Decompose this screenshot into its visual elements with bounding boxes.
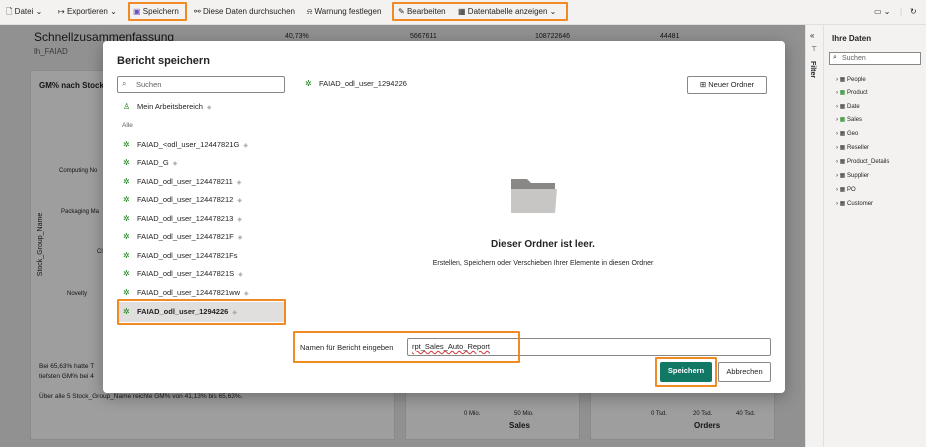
premium-icon: ◈ [172,161,178,167]
data-search-input[interactable]: ⌕ Suchen [829,52,921,65]
data-pane-title: Ihre Daten [832,34,872,43]
highlight-selected-workspace [117,299,286,325]
new-folder-icon: ⊞ [699,80,707,89]
filter-label: Filter [809,61,816,79]
table-item[interactable]: › ▦ Product_Details [836,158,889,165]
screen-icon: ▭ [874,7,882,16]
dialog-title: Bericht speichern [117,55,210,67]
bell-icon: ⍾ [307,7,313,16]
binoculars-icon: ⚯ [194,7,201,16]
workspace-icon: ✲ [123,140,130,149]
workspace-item[interactable]: ✲ FAIAD_odl_user_124478211 ◈ [123,175,241,189]
workspace-item[interactable]: ✲ FAIAD_<odl_user_12447821G ◈ [123,138,248,152]
table-item[interactable]: › ▦ Customer [836,200,873,207]
export-menu[interactable]: ↦ Exportieren ⌄ [58,5,117,19]
search-icon: ⌕ [833,54,837,61]
table-item[interactable]: › ▦ Date [836,103,860,110]
empty-folder-icon [511,179,557,213]
workspace-icon: ✲ [123,269,130,278]
workspace-icon: ✲ [123,195,130,204]
premium-icon: ◈ [244,291,249,297]
workspace-item[interactable]: ✲ FAIAD_odl_user_12447821ww ◈ [123,286,249,300]
workspace-icon: ✲ [123,177,130,186]
collapse-icon[interactable]: « [810,31,814,40]
workspace-item[interactable]: ✲ FAIAD_odl_user_124478213 ◈ [123,212,242,226]
premium-icon: ◈ [238,272,243,278]
workspace-item[interactable]: ✲ FAIAD_odl_user_12447821Fs [123,249,238,263]
filter-icon: ⊤ [811,46,818,53]
premium-icon: ◈ [243,143,248,149]
workspace-search-input[interactable]: ⌕ Suchen [117,76,285,93]
file-icon: 🗋 [6,7,13,16]
workspace-icon: ✲ [123,251,130,260]
view-menu[interactable]: ▭ ⌄ [874,5,891,19]
table-item[interactable]: › ▦ Sales [836,116,862,123]
workspace-item[interactable]: ✲ FAIAD_G ◈ [123,156,177,170]
premium-icon: ◈ [237,198,242,204]
table-item[interactable]: › ▦ Geo [836,130,858,137]
table-icon: ▦ [839,90,846,96]
action-bar: 🗋 Datei ⌄ ↦ Exportieren ⌄ ▣ Speichern ⚯ … [0,0,926,25]
filter-pane[interactable]: « ⊤ Filter [805,25,824,447]
my-workspace-item[interactable]: ♙ Mein Arbeitsbereich ◈ [123,100,212,114]
data-search-placeholder: Suchen [842,55,866,62]
empty-folder-title: Dieser Ordner ist leer. [491,239,595,250]
workspace-item[interactable]: ✲ FAIAD_odl_user_12447821F ◈ [123,230,242,244]
workspace-icon: ✲ [305,79,312,88]
highlight-edit-group [392,2,568,21]
premium-icon: ◈ [237,217,242,223]
table-item[interactable]: › ▦ Reseller [836,144,869,151]
save-report-dialog: Bericht speichern ⌕ Suchen ♙ Mein Arbeits… [103,41,785,393]
table-item[interactable]: › ▦ Supplier [836,172,869,179]
data-pane: Ihre Daten ⌕ Suchen › ▦ People › ▦ Produ… [823,25,926,447]
search-icon: ⌕ [122,79,127,88]
browse-data-button[interactable]: ⚯ Diese Daten durchsuchen [194,5,295,19]
table-item[interactable]: › ▦ Product [836,89,868,96]
empty-folder-description: Erstellen, Speichern oder Verschieben Ih… [432,260,654,267]
divider: | [900,7,903,16]
set-alert-button[interactable]: ⍾ Warnung festlegen [307,5,381,19]
highlight-name-field [293,331,520,363]
cancel-button[interactable]: Abbrechen [718,362,771,382]
workspace-icon: ✲ [123,288,130,297]
current-location: ✲ FAIAD_odl_user_1294226 [305,79,407,88]
table-item[interactable]: › ▦ PO [836,186,856,193]
workspace-icon: ✲ [123,214,130,223]
premium-icon: ◈ [206,105,212,111]
workspace-item[interactable]: ✲ FAIAD_odl_user_12447821S ◈ [123,267,243,281]
person-icon: ♙ [123,102,131,111]
workspace-icon: ✲ [123,232,130,241]
table-item[interactable]: › ▦ People [836,76,866,83]
workspace-item[interactable]: ✲ FAIAD_odl_user_124478212 ◈ [123,193,242,207]
premium-icon: ◈ [237,235,243,241]
chevron-down-icon: ⌄ [35,7,43,16]
highlight-save-button [655,357,717,387]
workspace-icon: ✲ [123,158,130,167]
table-icon: ▦ [839,117,846,123]
all-section-label: Alle [122,122,133,129]
search-placeholder: Suchen [136,80,162,89]
file-menu[interactable]: 🗋 Datei ⌄ [6,5,42,19]
new-folder-button[interactable]: ⊞ Neuer Ordner [687,76,767,94]
export-icon: ↦ [58,7,65,16]
refresh-icon[interactable]: ↻ [910,5,917,19]
chevron-down-icon: ⌄ [110,7,117,16]
highlight-save [128,2,187,21]
premium-icon: ◈ [236,180,242,186]
